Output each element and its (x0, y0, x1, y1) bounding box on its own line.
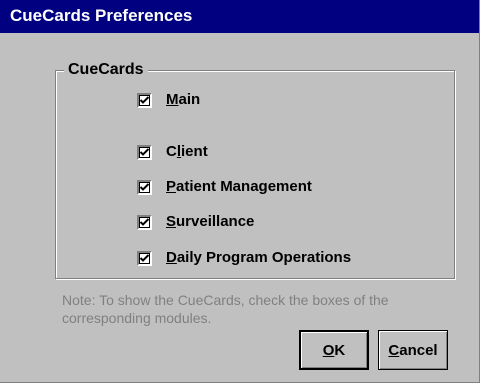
checkbox-surveillance-box[interactable] (137, 214, 152, 230)
checkbox-daily-program-operations[interactable]: Daily Program Operations (137, 248, 351, 268)
checkbox-client-box[interactable] (137, 144, 152, 160)
groupbox-label: CueCards (64, 61, 148, 79)
checkbox-patient-management-box[interactable] (137, 179, 152, 195)
checkmark-icon (139, 253, 150, 262)
checkbox-main-box[interactable] (137, 92, 152, 108)
checkbox-patient-management-label: Patient Management (166, 178, 312, 195)
checkbox-patient-management[interactable]: Patient Management (137, 177, 312, 197)
checkbox-daily-program-operations-label: Daily Program Operations (166, 249, 352, 266)
note-text: Note: To show the CueCards, check the bo… (62, 292, 389, 326)
checkbox-surveillance[interactable]: Surveillance (137, 212, 254, 232)
checkmark-icon (139, 217, 150, 226)
checkbox-main[interactable]: Main (137, 90, 200, 110)
checkbox-client[interactable]: Client (137, 142, 208, 162)
cancel-button[interactable]: Cancel (378, 330, 448, 370)
checkmark-icon (139, 182, 150, 191)
checkmark-icon (139, 147, 150, 156)
window-title: CueCards Preferences (10, 6, 193, 25)
checkbox-main-label: Main (166, 91, 201, 108)
title-bar[interactable]: CueCards Preferences (0, 0, 479, 33)
checkbox-surveillance-label: Surveillance (166, 213, 255, 230)
ok-button[interactable]: OK (299, 330, 369, 370)
checkbox-daily-program-operations-box[interactable] (137, 250, 152, 266)
checkmark-icon (139, 95, 150, 104)
checkbox-client-label: Client (166, 143, 208, 160)
preferences-dialog: CueCards Preferences CueCards Main Clien… (0, 0, 480, 383)
